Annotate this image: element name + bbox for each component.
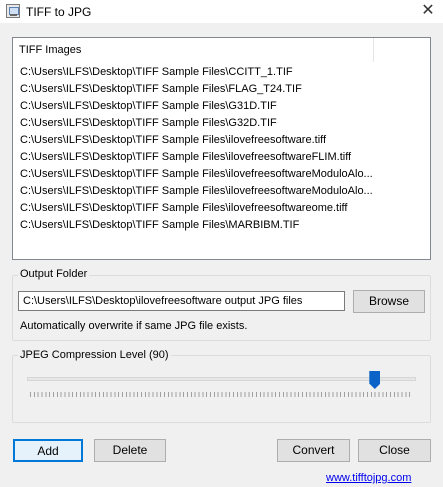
column-header-tiff-images[interactable]: TIFF Images	[19, 44, 81, 56]
list-item[interactable]: C:\Users\ILFS\Desktop\TIFF Sample Files\…	[13, 132, 375, 149]
browse-button[interactable]: Browse	[353, 290, 425, 313]
overwrite-note: Automatically overwrite if same JPG file…	[20, 320, 248, 332]
close-button[interactable]: Close	[358, 439, 431, 462]
list-item[interactable]: C:\Users\ILFS\Desktop\TIFF Sample Files\…	[13, 98, 375, 115]
output-folder-field[interactable]: C:\Users\ILFS\Desktop\ilovefreesoftware …	[18, 291, 345, 311]
delete-button[interactable]: Delete	[94, 439, 166, 462]
slider-ticks	[30, 392, 413, 397]
add-button[interactable]: Add	[13, 439, 83, 462]
list-item[interactable]: C:\Users\ILFS\Desktop\TIFF Sample Files\…	[13, 183, 375, 200]
list-header: TIFF Images	[13, 38, 430, 62]
jpeg-compression-label: JPEG Compression Level (90)	[18, 349, 171, 361]
window-title: TIFF to JPG	[26, 5, 92, 19]
close-icon[interactable]: ✕	[413, 0, 443, 23]
list-rows: C:\Users\ILFS\Desktop\TIFF Sample Files\…	[13, 64, 430, 234]
column-divider[interactable]	[373, 38, 374, 62]
list-item[interactable]: C:\Users\ILFS\Desktop\TIFF Sample Files\…	[13, 217, 375, 234]
compression-slider-track[interactable]	[27, 377, 416, 381]
list-item[interactable]: C:\Users\ILFS\Desktop\TIFF Sample Files\…	[13, 149, 375, 166]
website-link[interactable]: www.tifftojpg.com	[326, 472, 411, 484]
list-item[interactable]: C:\Users\ILFS\Desktop\TIFF Sample Files\…	[13, 115, 375, 132]
list-item[interactable]: C:\Users\ILFS\Desktop\TIFF Sample Files\…	[13, 200, 375, 217]
app-icon	[6, 4, 20, 18]
output-folder-label: Output Folder	[18, 268, 90, 280]
convert-button[interactable]: Convert	[277, 439, 350, 462]
tiff-images-list[interactable]: TIFF Images C:\Users\ILFS\Desktop\TIFF S…	[12, 37, 431, 260]
list-item[interactable]: C:\Users\ILFS\Desktop\TIFF Sample Files\…	[13, 81, 375, 98]
title-bar: TIFF to JPG ✕	[0, 0, 443, 23]
list-item[interactable]: C:\Users\ILFS\Desktop\TIFF Sample Files\…	[13, 166, 375, 183]
list-item[interactable]: C:\Users\ILFS\Desktop\TIFF Sample Files\…	[13, 64, 375, 81]
jpeg-compression-group	[12, 355, 431, 423]
